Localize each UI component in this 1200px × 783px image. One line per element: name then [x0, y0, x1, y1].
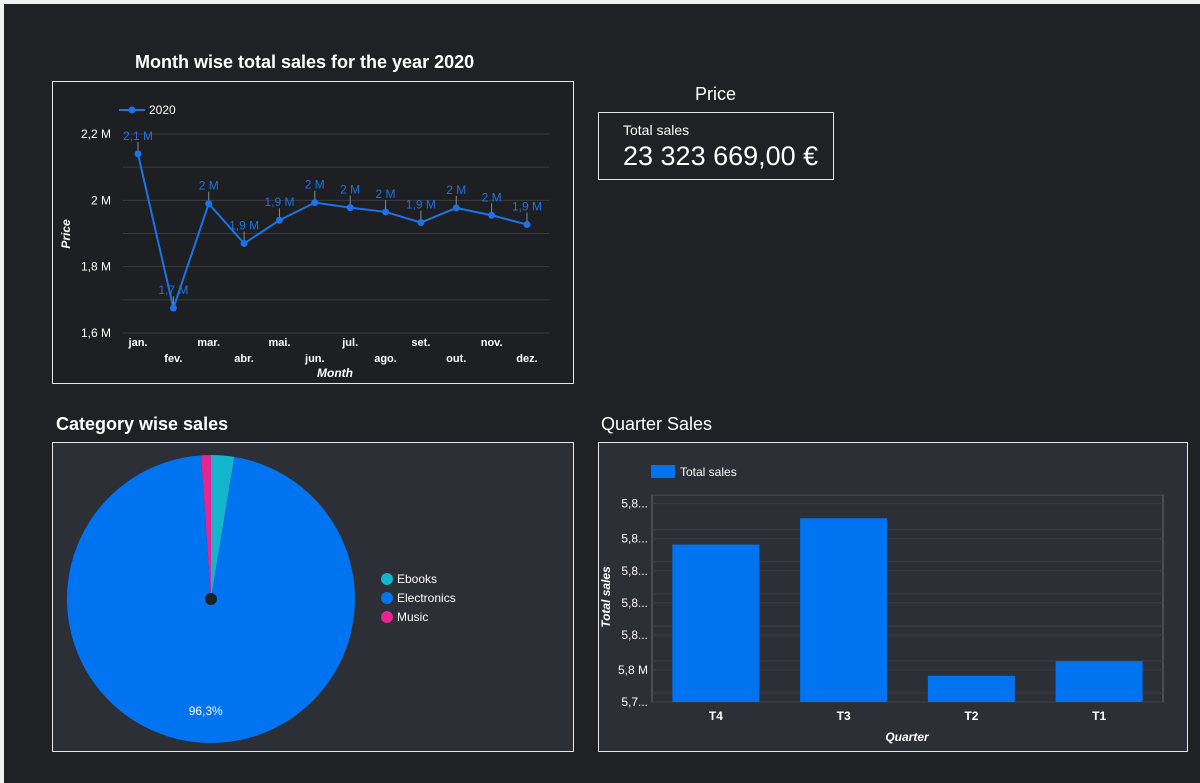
legend-marker-2020	[128, 106, 136, 114]
legend-electronics-dot	[381, 592, 393, 604]
data-point	[382, 208, 390, 216]
data-label: 1,9 M	[264, 195, 294, 209]
data-point	[275, 216, 283, 224]
x-tick-label: T1	[1092, 709, 1106, 723]
x-tick-label: ago.	[374, 353, 397, 365]
pie-chart-svg: 96,3% Ebooks Electronics Music	[66, 455, 456, 743]
x-tick-label: out.	[446, 353, 466, 365]
bar-t1	[1055, 661, 1143, 702]
y-tick-label: 5,8...	[621, 532, 648, 546]
legend-label-total-sales: Total sales	[680, 465, 737, 479]
data-point	[488, 211, 496, 219]
data-point	[205, 200, 213, 208]
x-tick-label: abr.	[234, 353, 254, 365]
scorecard-value: 23 323 669,00 €	[623, 141, 819, 171]
frame-top-border	[0, 0, 1200, 4]
scorecard-label: Total sales	[623, 122, 690, 138]
legend-electronics-label: Electronics	[397, 591, 456, 605]
y-tick-label: 2 M	[91, 193, 111, 207]
x-axis-label: Month	[317, 366, 353, 380]
bar-t2	[927, 675, 1015, 702]
legend-swatch-total-sales	[651, 465, 675, 478]
y-axis-label: Total sales	[599, 566, 613, 628]
x-tick-label: T2	[964, 709, 978, 723]
bar-t3	[800, 518, 888, 702]
x-tick-label: T3	[837, 709, 851, 723]
data-point	[311, 199, 319, 207]
data-label: 1,9 M	[512, 200, 542, 214]
pie-slice-label: 96,3%	[189, 704, 223, 718]
y-tick-label: 1,8 M	[81, 260, 111, 274]
x-tick-label: mai.	[268, 337, 290, 349]
legend-music-label: Music	[397, 610, 428, 624]
data-point	[169, 304, 177, 312]
x-tick-label: jan.	[128, 337, 148, 349]
data-point	[452, 204, 460, 212]
data-label: 2 M	[376, 187, 396, 201]
data-label: 2 M	[199, 179, 219, 193]
bar-t4	[672, 544, 760, 702]
legend-ebooks-dot	[381, 573, 393, 585]
y-tick-label: 5,8...	[621, 596, 648, 610]
legend-ebooks-label: Ebooks	[397, 572, 437, 586]
y-tick-label: 1,6 M	[81, 326, 111, 340]
y-tick-label: 5,8...	[621, 497, 648, 511]
data-label: 1,9 M	[229, 218, 259, 232]
y-tick-label: 5,8 M	[618, 663, 648, 677]
bar-chart-panel[interactable]: 5,7... 5,8 M 5,8... 5,8... 5,8... 5,8... 5,8..…	[598, 442, 1188, 752]
data-label: 2,1 M	[123, 129, 153, 143]
line-chart-panel[interactable]: 1,6 M 1,8 M 2 M 2,2 M Price jan. fev. mar. abr. m…	[52, 81, 574, 384]
pie-chart-panel[interactable]: 96,3% Ebooks Electronics Music	[52, 442, 574, 752]
data-label: 2 M	[340, 183, 360, 197]
pie-center-dot	[205, 593, 217, 605]
scorecard-header: Price	[695, 84, 737, 104]
data-point	[240, 239, 248, 247]
x-tick-label: jun.	[304, 353, 325, 365]
y-tick-label: 5,8...	[621, 628, 648, 642]
data-point	[523, 221, 531, 229]
x-tick-label: fev.	[164, 353, 182, 365]
y-axis-label: Price	[59, 219, 73, 249]
series-line-2020	[137, 153, 528, 312]
data-point	[417, 219, 425, 227]
frame-left-border	[0, 0, 4, 783]
x-tick-label: mar.	[197, 337, 220, 349]
data-label: 2 M	[305, 178, 325, 192]
bar-chart-svg: 5,7... 5,8 M 5,8... 5,8... 5,8... 5,8... 5,8..…	[599, 465, 1164, 744]
legend-music-dot	[381, 611, 393, 623]
data-point	[134, 150, 142, 158]
data-label: 1,7 M	[158, 283, 188, 297]
x-axis-label: Quarter	[885, 730, 930, 744]
x-tick-label: jul.	[341, 337, 358, 349]
x-tick-label: set.	[411, 337, 430, 349]
pie-chart-title: Category wise sales	[56, 414, 229, 434]
x-tick-label: dez.	[516, 353, 537, 365]
data-label: 1,9 M	[406, 198, 436, 212]
bar-chart-title: Quarter Sales	[601, 414, 713, 434]
data-label: 2 M	[482, 190, 502, 204]
y-tick-label: 5,8...	[621, 564, 648, 578]
x-tick-label: T4	[709, 709, 723, 723]
y-tick-label: 5,7...	[621, 695, 648, 709]
y-tick-label: 2,2 M	[81, 127, 111, 141]
total-sales-scorecard[interactable]: Total sales 23 323 669,00 €	[598, 112, 834, 180]
x-tick-label: nov.	[481, 337, 503, 349]
line-chart-svg: 1,6 M 1,8 M 2 M 2,2 M Price jan. fev. mar. abr. m…	[59, 103, 549, 380]
legend-label-2020: 2020	[149, 103, 176, 117]
data-label: 2 M	[446, 183, 466, 197]
data-point	[346, 204, 354, 212]
line-chart-title: Month wise total sales for the year 2020	[135, 52, 475, 72]
